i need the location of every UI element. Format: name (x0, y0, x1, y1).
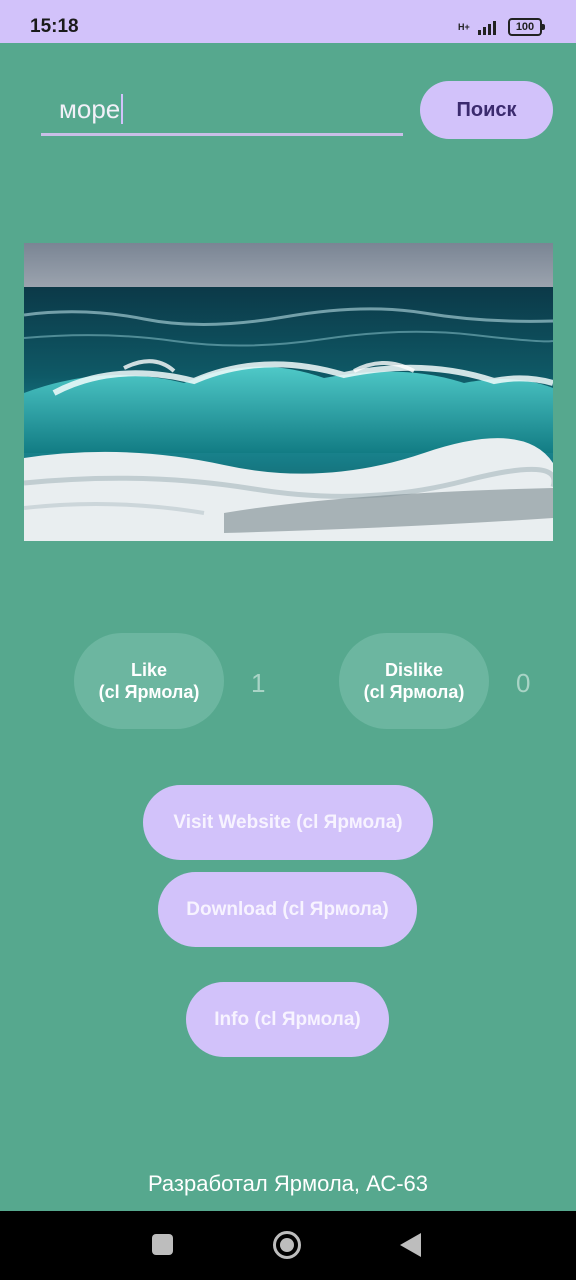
square-icon[interactable] (152, 1234, 173, 1255)
search-text: море (59, 94, 121, 124)
battery-icon: 100 (508, 18, 545, 36)
like-label: Like (130, 660, 168, 680)
home-circle-icon[interactable] (273, 1231, 301, 1259)
dislike-button[interactable]: Dislike (cl Ярмола) (339, 633, 489, 729)
back-triangle-icon[interactable] (400, 1233, 421, 1257)
visit-website-button[interactable]: Visit Website (cl Ярмола) (143, 785, 433, 860)
sea-waves-image (24, 243, 553, 541)
status-time: 15:18 (30, 16, 79, 37)
developer-credit: Разработал Ярмола, АС-63 (147, 1171, 429, 1196)
like-count: 1 (251, 668, 266, 698)
search-input[interactable]: море (41, 82, 403, 136)
signal-icon (478, 21, 496, 35)
status-icons: H+ 100 (458, 16, 545, 38)
text-caret (121, 94, 124, 124)
network-type: H+ (458, 21, 470, 32)
status-bar: 15:18 H+ 100 (0, 0, 576, 43)
search-button[interactable]: Поиск (420, 81, 553, 139)
like-button[interactable]: Like (cl Ярмола) (74, 633, 224, 729)
download-button[interactable]: Download (cl Ярмола) (158, 872, 417, 947)
search-input-value[interactable]: море (59, 94, 124, 124)
dislike-sublabel: (cl Ярмола) (363, 682, 465, 702)
dislike-count: 0 (516, 668, 531, 698)
info-button[interactable]: Info (cl Ярмола) (186, 982, 389, 1057)
like-sublabel: (cl Ярмола) (98, 682, 200, 702)
dislike-label: Dislike (384, 660, 444, 680)
system-nav-bar (0, 1211, 576, 1280)
